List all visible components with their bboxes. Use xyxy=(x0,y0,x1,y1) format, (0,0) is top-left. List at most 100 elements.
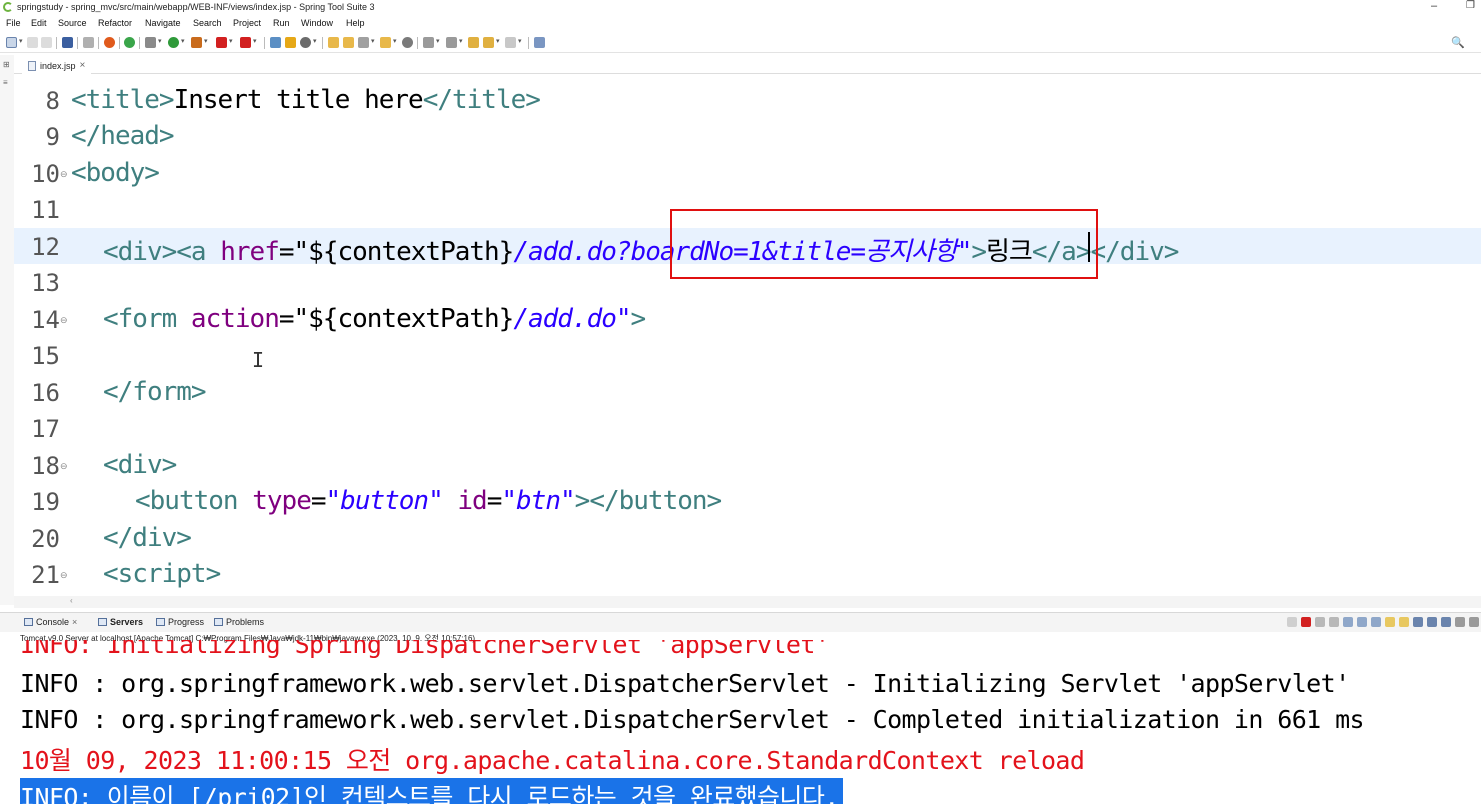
code-text: </head> xyxy=(71,121,175,151)
restore-button[interactable]: ❐ xyxy=(1466,0,1475,11)
tab-index-jsp[interactable]: index.jsp × xyxy=(22,57,92,74)
close-icon[interactable]: × xyxy=(72,617,77,627)
pin-icon[interactable] xyxy=(1287,617,1297,627)
code-editor[interactable]: 8 <title>Insert title here</title> 9 </h… xyxy=(14,76,1481,596)
console-tab-bar: Console × Servers Progress Problems xyxy=(0,612,1481,632)
menu-bar: File Edit Source Refactor Navigate Searc… xyxy=(0,15,1481,32)
menu-window[interactable]: Window xyxy=(301,18,333,28)
new-icon[interactable] xyxy=(6,37,17,48)
open-folder-icon[interactable] xyxy=(380,37,391,48)
menu-refactor[interactable]: Refactor xyxy=(98,18,132,28)
line-number: 9 xyxy=(45,123,60,151)
search-icon[interactable]: 🔍 xyxy=(1451,36,1465,49)
new-dropdown-icon[interactable]: ▾ xyxy=(19,37,23,45)
minimize-button[interactable]: – xyxy=(1431,0,1437,12)
last-edit-icon[interactable] xyxy=(468,37,479,48)
skip-breakpoints-icon[interactable] xyxy=(83,37,94,48)
terminate-icon[interactable] xyxy=(240,37,251,48)
outline-icon[interactable]: ≡ xyxy=(3,78,8,87)
code-line[interactable]: 15 xyxy=(14,337,1481,373)
code-line[interactable]: 16 </form> xyxy=(14,374,1481,410)
remove-launch-icon[interactable] xyxy=(1315,617,1325,627)
refresh-icon[interactable] xyxy=(124,37,135,48)
next-annotation-icon[interactable] xyxy=(423,37,434,48)
code-line[interactable]: 8 <title>Insert title here</title> xyxy=(14,82,1481,118)
line-number: 21 xyxy=(31,561,60,589)
display-console-icon[interactable] xyxy=(1427,617,1437,627)
line-number: 14 xyxy=(31,306,60,334)
close-icon[interactable]: × xyxy=(80,60,86,71)
edit-icon[interactable] xyxy=(358,37,369,48)
menu-run[interactable]: Run xyxy=(273,18,290,28)
remove-all-icon[interactable] xyxy=(1329,617,1339,627)
tab-console[interactable]: Console × xyxy=(24,617,77,627)
perspective-icon[interactable] xyxy=(534,37,545,48)
show-on-stderr-icon[interactable] xyxy=(1399,617,1409,627)
new-config-icon[interactable] xyxy=(300,37,311,48)
line-number: 19 xyxy=(31,488,60,516)
code-text: </div> xyxy=(103,523,192,553)
tab-problems[interactable]: Problems xyxy=(214,617,264,627)
code-line[interactable]: 17 xyxy=(14,410,1481,446)
globe-icon[interactable] xyxy=(402,37,413,48)
settings-icon[interactable] xyxy=(1469,617,1479,627)
menu-source[interactable]: Source xyxy=(58,18,87,28)
menu-help[interactable]: Help xyxy=(346,18,365,28)
code-line[interactable]: 21 ⊖ <script> xyxy=(14,556,1481,592)
scroll-lock-icon[interactable] xyxy=(1357,617,1367,627)
prev-annotation-icon[interactable] xyxy=(446,37,457,48)
code-text: </form> xyxy=(103,377,207,407)
console-line: INFO: Initializing Spring DispatcherServ… xyxy=(20,640,830,659)
fold-icon[interactable]: ⊖ xyxy=(60,315,68,326)
forward-icon[interactable] xyxy=(505,37,516,48)
line-number: 11 xyxy=(31,196,60,224)
line-number: 8 xyxy=(45,87,60,115)
external-tools-icon[interactable] xyxy=(191,37,202,48)
menu-navigate[interactable]: Navigate xyxy=(145,18,181,28)
line-number: 13 xyxy=(31,269,60,297)
terminate-icon[interactable] xyxy=(1301,617,1311,627)
fold-icon[interactable]: ⊖ xyxy=(60,461,68,472)
code-line[interactable]: 20 </div> xyxy=(14,520,1481,556)
debug-icon[interactable] xyxy=(145,37,156,48)
menu-search[interactable]: Search xyxy=(193,18,222,28)
tab-label: index.jsp xyxy=(40,60,76,71)
stop-icon[interactable] xyxy=(216,37,227,48)
tab-servers[interactable]: Servers xyxy=(98,617,143,627)
menu-file[interactable]: File xyxy=(6,18,21,28)
minimize-view-icon[interactable] xyxy=(1455,617,1465,627)
menu-edit[interactable]: Edit xyxy=(31,18,47,28)
show-on-stdout-icon[interactable] xyxy=(1385,617,1395,627)
code-line[interactable]: 19 <button type="button" id="btn"></butt… xyxy=(14,483,1481,519)
editor-horizontal-scrollbar[interactable]: ‹ xyxy=(14,596,1481,608)
menu-project[interactable]: Project xyxy=(233,18,261,28)
console-output[interactable]: INFO: Initializing Spring DispatcherServ… xyxy=(0,640,1481,804)
code-line[interactable]: 18 ⊖ <div> xyxy=(14,447,1481,483)
open-console-icon[interactable] xyxy=(1441,617,1451,627)
tab-progress[interactable]: Progress xyxy=(156,617,204,627)
code-line[interactable]: 9 </head> xyxy=(14,118,1481,154)
line-number: 18 xyxy=(31,452,60,480)
pin-console-icon[interactable] xyxy=(1413,617,1423,627)
save-icon[interactable] xyxy=(27,37,38,48)
code-text: <form action="${contextPath}/add.do"> xyxy=(103,304,646,334)
open-type-icon[interactable] xyxy=(328,37,339,48)
package-explorer-icon[interactable]: ⊞ xyxy=(3,60,10,69)
console-view-icon[interactable] xyxy=(62,37,73,48)
word-wrap-icon[interactable] xyxy=(1371,617,1381,627)
new-package-icon[interactable] xyxy=(270,37,281,48)
new-class-icon[interactable] xyxy=(285,37,296,48)
clear-console-icon[interactable] xyxy=(1343,617,1353,627)
code-line[interactable]: 14 ⊖ <form action="${contextPath}/add.do… xyxy=(14,301,1481,337)
back-icon[interactable] xyxy=(483,37,494,48)
open-resource-icon[interactable] xyxy=(343,37,354,48)
fold-icon[interactable]: ⊖ xyxy=(60,570,68,581)
code-line[interactable]: 10 ⊖ <body> xyxy=(14,155,1481,191)
run-icon[interactable] xyxy=(168,37,179,48)
code-text: <body> xyxy=(71,158,160,188)
save-all-icon[interactable] xyxy=(41,37,52,48)
fold-icon[interactable]: ⊖ xyxy=(60,169,68,180)
spring-boot-icon[interactable] xyxy=(104,37,115,48)
progress-icon xyxy=(156,618,165,626)
problems-icon xyxy=(214,618,223,626)
